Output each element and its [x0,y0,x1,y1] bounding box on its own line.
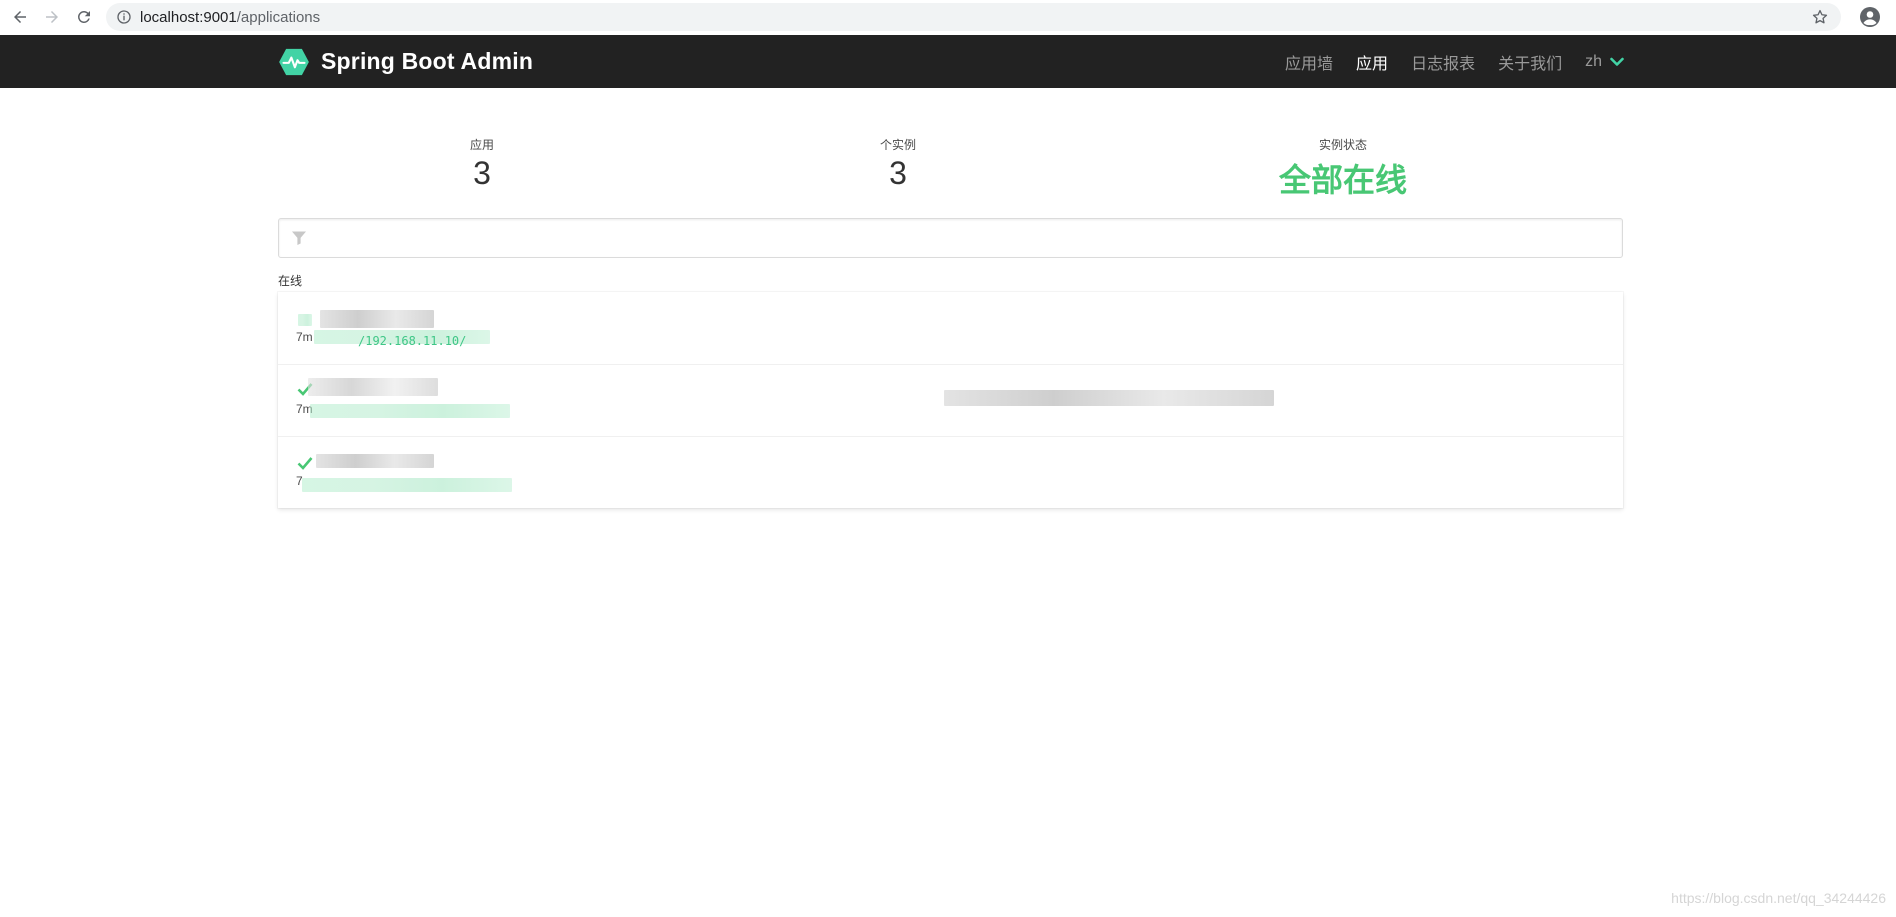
info-icon[interactable] [116,9,132,25]
main-menu: 应用墙 应用 日志报表 关于我们 zh [1262,35,1624,88]
application-name-redacted [308,378,438,396]
application-url[interactable]: /192.168.11.10/ [358,334,466,348]
brand-link[interactable]: Spring Boot Admin [278,35,533,88]
menu-item-about[interactable]: 关于我们 [1498,50,1562,74]
stat-instances-label: 个实例 [879,138,916,152]
stat-status-label: 实例状态 [1318,138,1367,152]
brand-title: Spring Boot Admin [321,48,534,74]
statistics-bar: 应用 3 个实例 3 实例状态 全部在线 [278,136,1623,199]
check-icon [297,457,313,470]
application-url-redacted [302,478,512,492]
group-label-online: 在线 [278,274,303,288]
filter-input[interactable] [319,219,1613,259]
reload-button[interactable] [68,1,100,33]
menu-item-applications[interactable]: 应用 [1356,50,1388,74]
back-button[interactable] [4,1,36,33]
status-up-icon [298,314,312,326]
arrow-right-icon [46,11,58,23]
forward-button[interactable] [36,1,68,33]
application-list: 7m /192.168.11.10/ 7m 7 [278,292,1623,508]
stat-applications-label: 应用 [469,138,494,152]
application-instance-info-redacted [944,390,1274,406]
menu-item-wallboard[interactable]: 应用墙 [1285,50,1333,74]
stat-instances: 个实例 3 [778,136,1018,192]
url-text[interactable]: localhost:9001/applications [140,9,320,26]
application-row[interactable]: 7m [278,364,1623,437]
language-dropdown[interactable]: zh [1585,53,1624,71]
application-row[interactable]: 7 [278,436,1623,508]
application-uptime: 7m [296,330,313,344]
reload-icon [77,10,90,23]
account-icon[interactable] [1858,5,1882,29]
filter-box [278,218,1623,259]
stat-status-value: 全部在线 [1278,161,1407,199]
browser-toolbar: localhost:9001/applications [0,0,1896,35]
address-bar[interactable]: localhost:9001/applications [106,3,1841,31]
url-path: /applications [236,8,321,26]
stat-instances-value: 3 [889,155,907,191]
spring-boot-admin-logo-icon [279,48,309,75]
application-name-redacted [320,310,434,328]
application-name-redacted [316,454,434,468]
chevron-down-icon [1610,57,1624,66]
application-row[interactable]: 7m /192.168.11.10/ [278,292,1623,365]
bookmark-star-icon[interactable] [1811,8,1829,26]
app-navbar: Spring Boot Admin 应用墙 应用 日志报表 关于我们 zh [0,35,1896,88]
url-host: localhost:9001 [140,8,237,26]
application-url-redacted [310,404,510,418]
csdn-watermark: https://blog.csdn.net/qq_34244426 [1671,890,1886,906]
arrow-left-icon [14,11,26,23]
filter-icon [292,231,306,245]
stat-applications: 应用 3 [362,136,602,192]
menu-item-log-report[interactable]: 日志报表 [1411,50,1475,74]
stat-applications-value: 3 [473,155,491,191]
language-label: zh [1585,52,1602,70]
stat-status: 实例状态 全部在线 [1223,136,1463,201]
